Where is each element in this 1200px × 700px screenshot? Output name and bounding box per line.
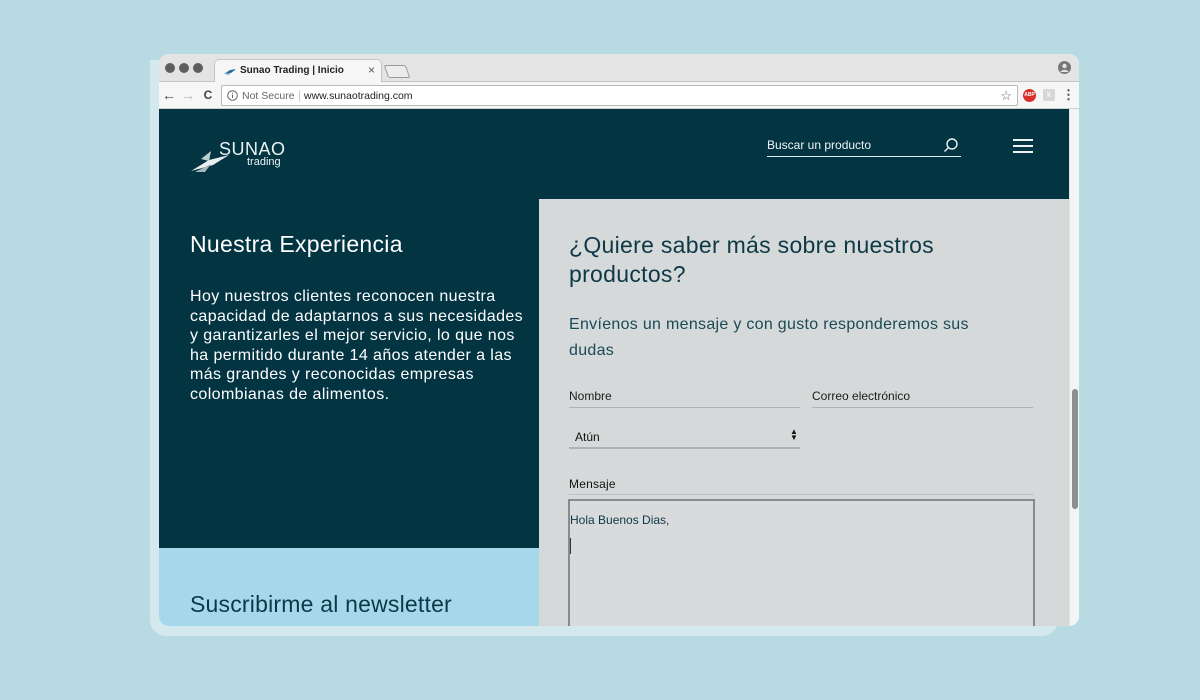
scrollbar-thumb[interactable] [1072,389,1078,509]
address-bar[interactable]: Not Secure www.sunaotrading.com ☆ [221,85,1018,106]
new-tab-button[interactable] [383,65,411,78]
email-field[interactable] [812,386,1033,406]
forward-arrow-icon[interactable]: → [180,87,196,103]
browser-menu-icon[interactable]: ⋮ [1062,86,1075,104]
search-input[interactable] [767,135,937,155]
form-title: ¿Quiere saber más sobre nuestros product… [569,232,934,287]
url-text[interactable]: www.sunaotrading.com [304,90,413,102]
text-caret [570,538,571,554]
experience-title: Nuestra Experiencia [190,231,403,257]
sunao-favicon-icon [224,69,236,75]
site-header: SUNAO trading [159,109,1069,199]
select-arrows-icon: ▲▼ [790,427,798,442]
browser-toolbar: ← → C Not Secure www.sunaotrading.com ☆ … [159,82,1079,109]
product-select-value: Atún [575,430,600,444]
search-icon[interactable] [943,137,959,153]
message-label: Mensaje [569,477,616,491]
message-textarea[interactable]: Hola Buenos Dias, [568,499,1035,626]
profile-icon[interactable] [1058,61,1071,74]
tab-bar: Sunao Trading | Inicio × [159,54,1079,82]
info-icon[interactable] [227,90,238,101]
maximize-window-button[interactable] [193,63,203,73]
reload-icon[interactable]: C [200,87,216,103]
name-field-wrapper [569,386,800,408]
email-field-wrapper [812,386,1033,408]
product-search [767,135,961,157]
security-label: Not Secure [242,90,295,102]
form-subtitle: Envíenos un mensaje y con gusto responde… [569,316,969,359]
page-scrollbar[interactable] [1069,109,1079,626]
tab-title: Sunao Trading | Inicio [240,65,344,76]
hamburger-menu-icon[interactable] [1013,139,1033,153]
tab-sunao-trading[interactable]: Sunao Trading | Inicio × [214,59,382,82]
close-window-button[interactable] [165,63,175,73]
sunao-logo[interactable]: SUNAO trading [189,137,289,179]
product-select[interactable]: Atún ▲▼ [569,425,800,449]
tab-close-icon[interactable]: × [368,63,375,77]
bookmark-star-icon[interactable]: ☆ [1000,88,1012,103]
newsletter-section: Suscribirme al newsletter [159,548,539,626]
browser-window: Sunao Trading | Inicio × ← → C Not Secur… [159,54,1079,626]
logo-subtitle: trading [247,156,281,168]
back-arrow-icon[interactable]: ← [161,87,177,103]
newsletter-title: Suscribirme al newsletter [190,591,452,617]
experience-text: Hoy nuestros clientes reconocen nuestra … [190,288,524,403]
address-divider [299,90,300,102]
adblock-extension-icon[interactable]: ABP [1023,89,1036,102]
experience-section: Nuestra Experiencia Hoy nuestros cliente… [159,199,539,548]
page-viewport: SUNAO trading Nuestra Experiencia Hoy nu… [159,109,1079,626]
message-text: Hola Buenos Dias, [570,513,670,527]
message-divider [569,494,1034,495]
contact-form-section: ¿Quiere saber más sobre nuestros product… [539,199,1069,626]
extension-icon[interactable]: k [1043,89,1055,101]
name-field[interactable] [569,386,800,406]
minimize-window-button[interactable] [179,63,189,73]
